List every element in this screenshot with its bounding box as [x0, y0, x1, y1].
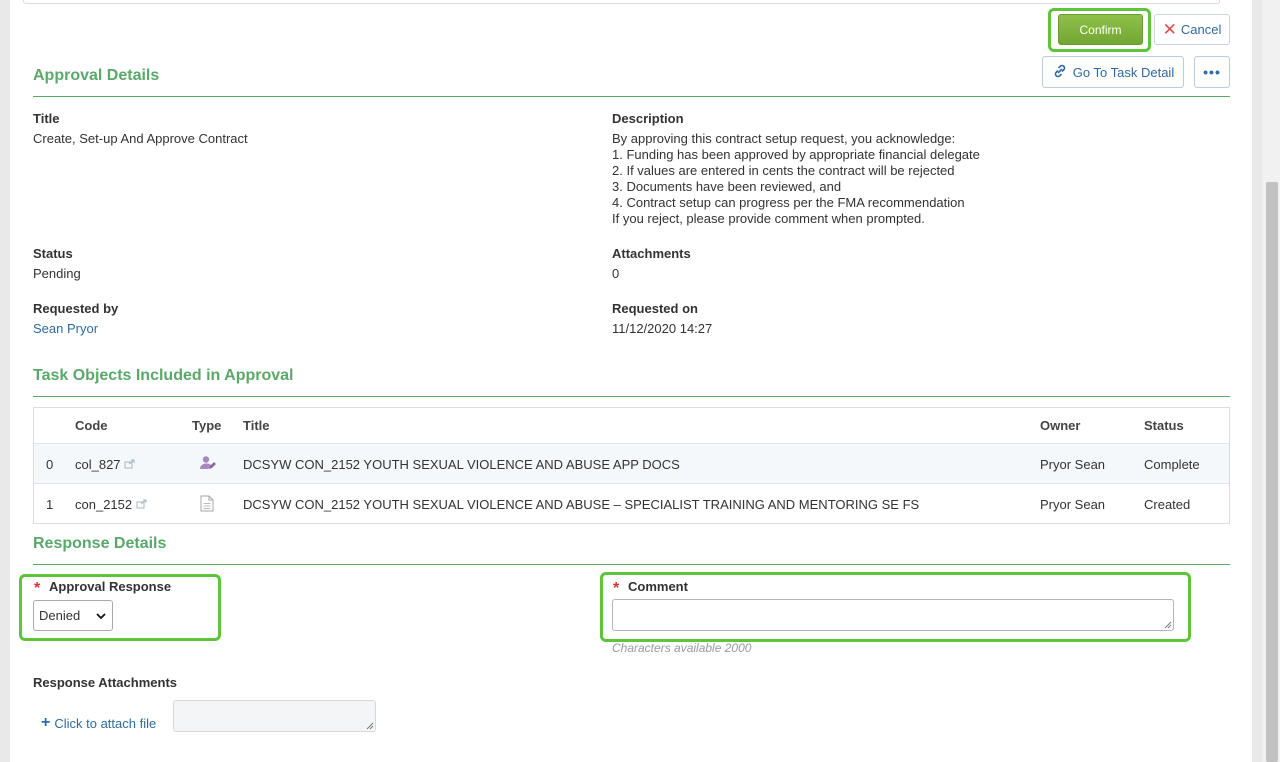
approval-response-select[interactable]: Denied — [33, 600, 113, 631]
response-details-heading: Response Details — [33, 535, 167, 552]
requested-by-label: Requested by — [33, 301, 119, 316]
row-code: col_827 — [75, 457, 121, 472]
confirm-label: Confirm — [1079, 22, 1122, 37]
response-attachments-label: Response Attachments — [33, 675, 177, 690]
chevron-down-icon — [96, 608, 106, 623]
title-value: Create, Set-up And Approve Contract — [33, 131, 248, 146]
table-row[interactable]: 0 col_827 DCSYW CON_2152 YOUTH SEXUAL VI… — [34, 443, 1229, 483]
top-container-edge — [23, 0, 1220, 4]
approval-response-label: Approval Response — [49, 579, 172, 594]
column-header-type[interactable]: Type — [192, 418, 221, 433]
requested-by-link[interactable]: Sean Pryor — [33, 321, 98, 336]
required-asterisk: * — [613, 580, 620, 597]
requested-on-label: Requested on — [612, 301, 698, 316]
task-objects-table: Code Type Title Owner Status 0 col_827 D… — [33, 407, 1230, 524]
row-title: DCSYW CON_2152 YOUTH SEXUAL VIOLENCE AND… — [243, 457, 680, 472]
required-asterisk: * — [34, 580, 41, 597]
description-line: 1. Funding has been approved by appropri… — [612, 147, 980, 162]
row-code: con_2152 — [75, 497, 133, 512]
attach-file-label: Click to attach file — [54, 715, 157, 731]
divider — [33, 96, 1230, 97]
description-line: 2. If values are entered in cents the co… — [612, 163, 955, 178]
row-status: Created — [1144, 497, 1191, 512]
user-edit-icon — [199, 455, 217, 474]
link-icon — [1052, 63, 1068, 82]
description-line: 3. Documents have been reviewed, and — [612, 179, 842, 194]
attach-file-link[interactable]: + Click to attach file — [41, 714, 156, 732]
resize-grip-icon[interactable] — [1164, 621, 1172, 629]
description-label: Description — [612, 111, 684, 126]
description-line: If you reject, please provide comment wh… — [612, 211, 925, 226]
column-header-status[interactable]: Status — [1144, 418, 1184, 433]
requested-on-value: 11/12/2020 14:27 — [612, 321, 713, 336]
status-value: Pending — [33, 266, 81, 281]
document-icon — [200, 495, 214, 515]
divider — [33, 564, 1230, 565]
attachments-value: 0 — [612, 266, 620, 281]
cancel-label: Cancel — [1180, 22, 1222, 37]
more-options-button[interactable]: ••• — [1194, 56, 1230, 88]
go-to-task-label: Go To Task Detail — [1072, 64, 1175, 80]
column-header-title[interactable]: Title — [243, 418, 270, 433]
description-line: By approving this contract setup request… — [612, 131, 956, 146]
column-header-owner[interactable]: Owner — [1040, 418, 1080, 433]
row-code-link[interactable]: con_2152 — [75, 497, 148, 512]
comment-label: Comment — [628, 579, 688, 594]
approval-response-value: Denied — [39, 608, 81, 623]
external-link-icon[interactable] — [124, 457, 136, 472]
task-objects-heading: Task Objects Included in Approval — [33, 367, 294, 384]
characters-available-hint: Characters available 2000 — [612, 641, 752, 655]
row-title: DCSYW CON_2152 YOUTH SEXUAL VIOLENCE AND… — [243, 497, 920, 512]
row-owner-link[interactable]: Pryor Sean — [1040, 497, 1105, 512]
confirm-button[interactable]: Confirm — [1058, 14, 1143, 45]
divider — [33, 396, 1230, 397]
attachments-label: Attachments — [612, 246, 691, 261]
description-line: 4. Contract setup can progress per the F… — [612, 195, 965, 210]
row-owner-link[interactable]: Pryor Sean — [1040, 457, 1105, 472]
table-row[interactable]: 1 con_2152 DCSYW CON_2152 YOUTH SEXUAL V… — [34, 483, 1229, 523]
external-link-icon[interactable] — [136, 497, 148, 512]
title-label: Title — [33, 111, 60, 126]
comment-textarea[interactable] — [612, 599, 1174, 631]
scrollbar-thumb[interactable] — [1266, 182, 1278, 762]
cancel-button[interactable]: ✕ Cancel — [1154, 14, 1230, 45]
row-index: 0 — [46, 457, 54, 472]
go-to-task-detail-button[interactable]: Go To Task Detail — [1042, 56, 1184, 88]
row-status: Complete — [1144, 457, 1200, 472]
close-icon: ✕ — [1162, 20, 1177, 39]
approval-details-heading: Approval Details — [33, 67, 160, 84]
column-header-code[interactable]: Code — [75, 418, 108, 433]
plus-icon: + — [41, 714, 51, 731]
attachment-dropzone[interactable] — [173, 700, 376, 732]
row-code-link[interactable]: col_827 — [75, 457, 136, 472]
status-label: Status — [33, 246, 73, 261]
description-value: By approving this contract setup request… — [612, 131, 980, 227]
resize-grip-icon[interactable] — [366, 722, 374, 730]
row-index: 1 — [46, 497, 54, 512]
ellipsis-icon: ••• — [1203, 64, 1221, 80]
